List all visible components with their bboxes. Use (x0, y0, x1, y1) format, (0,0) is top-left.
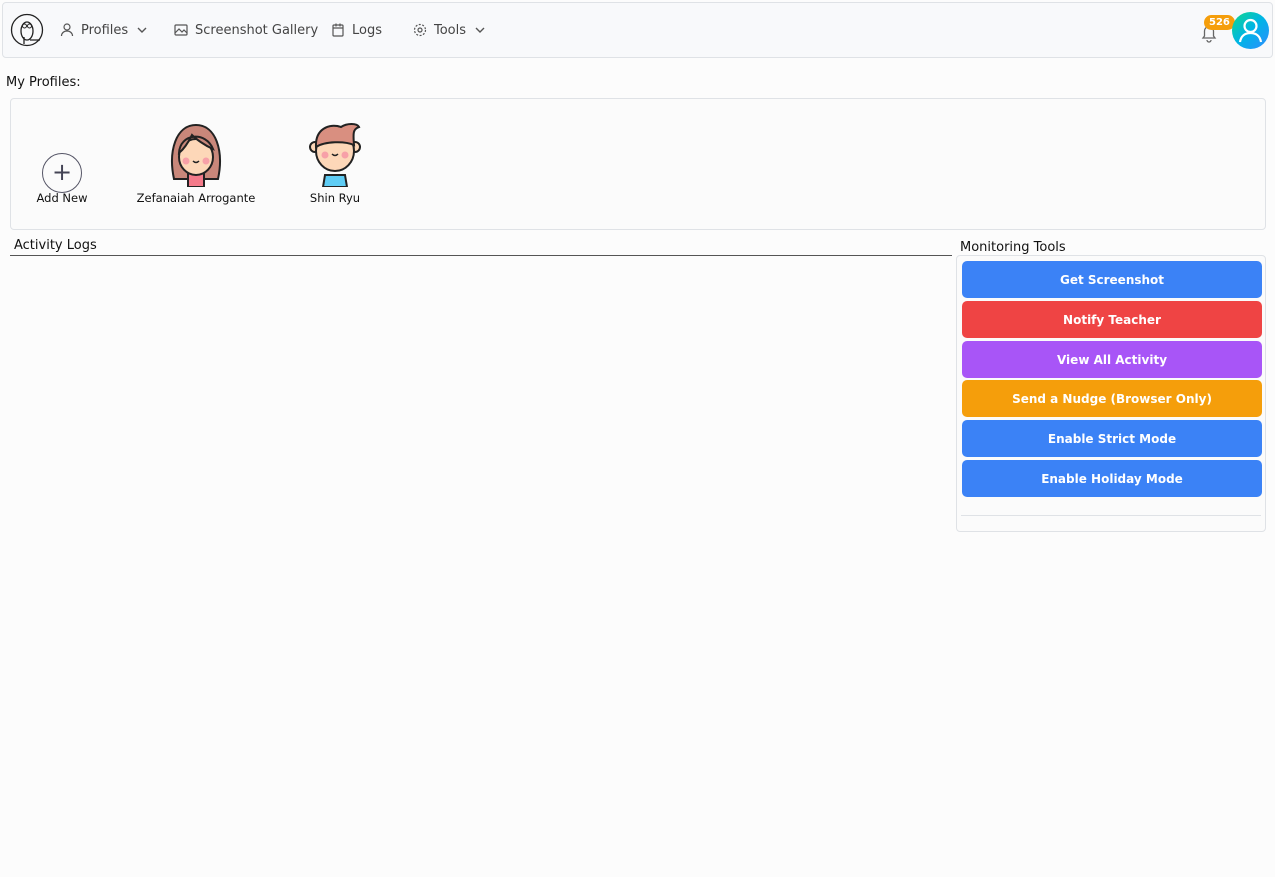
nav-logs-label: Logs (352, 22, 382, 38)
user-avatar[interactable] (1232, 12, 1269, 49)
divider (961, 515, 1261, 516)
calendar-icon (332, 23, 344, 37)
gear-icon (413, 23, 427, 37)
profile-name: Shin Ryu (309, 191, 361, 205)
profiles-panel: + Add New Zefanaiah Arrogante Shin Ryu (10, 98, 1266, 230)
user-icon (1238, 18, 1263, 43)
profiles-title: My Profiles: (6, 75, 81, 90)
chevron-down-icon (475, 27, 485, 33)
image-icon (174, 24, 188, 36)
notify-teacher-button[interactable]: Notify Teacher (962, 301, 1262, 338)
notification-badge: 526 (1204, 15, 1235, 30)
nav-screenshot-gallery[interactable]: Screenshot Gallery (173, 22, 318, 38)
nav-tools[interactable]: Tools (412, 22, 488, 38)
nav-tools-label: Tools (434, 22, 467, 38)
enable-strict-mode-button[interactable]: Enable Strict Mode (962, 420, 1262, 457)
profile-name: Zefanaiah Arrogante (136, 191, 256, 205)
profile-card[interactable]: Shin Ryu (305, 121, 365, 205)
profile-card[interactable]: Zefanaiah Arrogante (137, 121, 255, 205)
view-all-activity-button[interactable]: View All Activity (962, 341, 1262, 378)
add-profile-label: Add New (36, 191, 88, 205)
user-icon (60, 23, 74, 37)
nav-profiles[interactable]: Profiles (59, 22, 150, 38)
plus-icon: + (42, 153, 82, 193)
boy-avatar-icon (309, 123, 361, 188)
send-nudge-button[interactable]: Send a Nudge (Browser Only) (962, 380, 1262, 417)
get-screenshot-button[interactable]: Get Screenshot (962, 261, 1262, 298)
nav-logs[interactable]: Logs (330, 22, 382, 38)
monitoring-tools-title: Monitoring Tools (960, 240, 1066, 255)
nav-screenshot-gallery-label: Screenshot Gallery (195, 22, 319, 38)
activity-logs-title: Activity Logs (10, 238, 952, 256)
enable-holiday-mode-button[interactable]: Enable Holiday Mode (962, 460, 1262, 497)
navbar: Profiles Screenshot Gallery Logs Tools 5… (2, 2, 1273, 58)
owl-logo-icon[interactable] (10, 13, 44, 47)
monitoring-tools-panel: Get Screenshot Notify Teacher View All A… (956, 255, 1266, 532)
nav-profiles-label: Profiles (81, 22, 129, 38)
girl-avatar-icon (171, 123, 221, 188)
chevron-down-icon (137, 27, 147, 33)
